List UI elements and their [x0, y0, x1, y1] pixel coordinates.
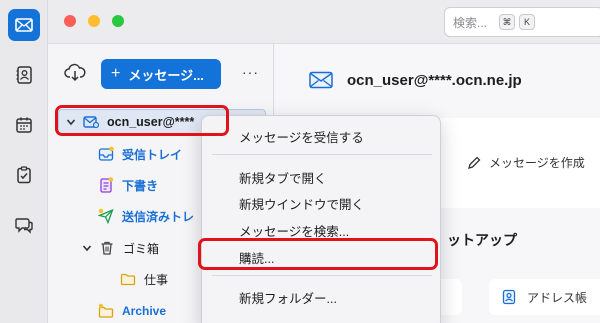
account-name: ocn_user@****	[107, 115, 195, 129]
chat-icon	[15, 218, 33, 234]
address-book-space-button[interactable]	[8, 59, 40, 91]
menu-item-get-messages[interactable]: メッセージを受信する	[239, 127, 364, 146]
folder-trash-label: ゴミ箱	[123, 241, 160, 256]
drafts-icon	[98, 177, 114, 193]
k-key-hint: K	[519, 14, 536, 30]
plus-icon: +	[111, 65, 121, 82]
tasks-icon	[17, 166, 31, 184]
account-context-menu: メッセージを受信する 新規タブで開く 新規ウインドウで開く メッセージを検索..…	[201, 115, 441, 323]
inbox-icon	[98, 146, 114, 162]
menu-item-open-new-tab[interactable]: 新規タブで開く	[239, 168, 327, 187]
mail-space-button[interactable]	[8, 9, 40, 41]
spaces-toolbar	[0, 0, 48, 323]
menu-item-search-messages[interactable]: メッセージを検索...	[239, 221, 349, 240]
archive-icon	[98, 303, 114, 319]
tasks-space-button[interactable]	[8, 159, 40, 191]
account-header: ocn_user@****.ocn.ne.jp	[309, 71, 522, 89]
folder-inbox-label: 受信トレイ	[122, 147, 183, 162]
menu-item-subscribe[interactable]: 購読...	[239, 248, 274, 267]
mail-icon	[15, 18, 33, 32]
menu-separator	[212, 275, 432, 276]
address-book-label: アドレス帳	[527, 290, 588, 305]
account-header-title: ocn_user@****.ocn.ne.jp	[347, 71, 522, 89]
command-key-hint: ⌘	[499, 14, 516, 30]
setup-section-title: ットアップ	[447, 232, 517, 248]
folder-drafts-label: 下書き	[122, 178, 159, 193]
new-message-label: メッセージ...	[128, 67, 204, 83]
mail-icon	[309, 71, 333, 89]
address-book-icon	[502, 289, 516, 305]
folder-sent-label: 送信済みトレ	[122, 209, 195, 224]
folder-inbox[interactable]: 受信トレイ	[98, 142, 182, 166]
folder-sent[interactable]: 送信済みトレ	[98, 204, 194, 228]
folder-work-label: 仕事	[144, 272, 169, 287]
menu-item-new-folder[interactable]: 新規フォルダー...	[239, 288, 337, 307]
minimize-window-button[interactable]	[88, 15, 100, 27]
sent-icon	[98, 208, 114, 224]
pencil-icon	[468, 156, 481, 169]
address-book-icon	[16, 66, 32, 84]
title-bar: 検索... ⌘ K	[48, 0, 600, 44]
search-input[interactable]: 検索... ⌘ K	[444, 7, 600, 37]
more-options-button[interactable]: ···	[242, 64, 259, 80]
zoom-window-button[interactable]	[112, 15, 124, 27]
trash-icon	[99, 240, 115, 256]
folder-archive[interactable]: Archive	[98, 299, 166, 323]
get-messages-icon[interactable]	[64, 63, 86, 83]
search-placeholder: 検索...	[453, 15, 488, 30]
account-mail-icon	[83, 114, 99, 130]
write-message-label: メッセージを作成	[489, 156, 585, 170]
calendar-icon	[16, 117, 32, 133]
folder-icon	[120, 271, 136, 287]
folder-archive-label: Archive	[122, 304, 167, 318]
chat-space-button[interactable]	[8, 209, 40, 241]
address-book-card[interactable]: アドレス帳	[489, 279, 600, 315]
chevron-down-icon[interactable]	[81, 240, 93, 256]
menu-separator	[212, 154, 432, 155]
folder-work[interactable]: 仕事	[120, 267, 168, 291]
calendar-space-button[interactable]	[8, 109, 40, 141]
write-message-button[interactable]: メッセージを作成	[467, 154, 585, 171]
new-message-button[interactable]: + メッセージ...	[101, 59, 221, 89]
close-window-button[interactable]	[64, 15, 76, 27]
menu-item-open-new-window[interactable]: 新規ウインドウで開く	[239, 194, 364, 213]
chevron-down-icon[interactable]	[65, 114, 77, 130]
folder-drafts[interactable]: 下書き	[98, 173, 158, 197]
folder-trash[interactable]: ゴミ箱	[81, 236, 159, 260]
